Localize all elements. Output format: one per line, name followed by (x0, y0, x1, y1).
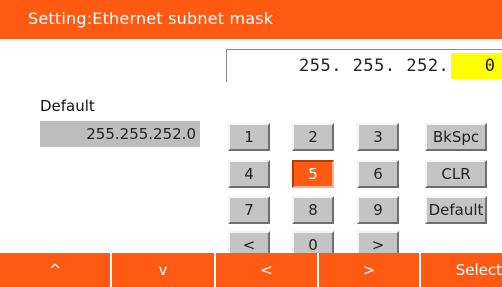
key-7[interactable]: 7 (228, 196, 270, 224)
key-2[interactable]: 2 (292, 123, 334, 151)
softkey-right[interactable]: > (319, 253, 419, 287)
key-6[interactable]: 6 (357, 160, 399, 188)
key-3[interactable]: 3 (357, 123, 399, 151)
subnet-mask-input[interactable]: 255. 255. 252. 0 (226, 49, 502, 82)
default-value-box: 255.255.252.0 (40, 121, 200, 147)
title-bar: Setting:Ethernet subnet mask (0, 0, 502, 39)
settings-screen: Setting:Ethernet subnet mask 255. 255. 2… (0, 0, 502, 287)
softkey-select[interactable]: Select (421, 253, 502, 287)
key-8[interactable]: 8 (292, 196, 334, 224)
key-5[interactable]: 5 (292, 160, 334, 188)
softkey-bar: ^ v < > Select (0, 253, 502, 287)
default-button[interactable]: Default (425, 196, 487, 224)
subnet-mask-value: 255. 255. 252. (299, 56, 450, 76)
page-title: Setting:Ethernet subnet mask (28, 9, 274, 28)
key-9[interactable]: 9 (357, 196, 399, 224)
softkey-down[interactable]: v (112, 253, 214, 287)
softkey-left[interactable]: < (216, 253, 317, 287)
active-octet-field[interactable]: 0 (451, 53, 502, 79)
key-1[interactable]: 1 (228, 123, 270, 151)
backspace-button[interactable]: BkSpc (425, 123, 487, 151)
default-label: Default (40, 97, 95, 115)
softkey-up[interactable]: ^ (0, 253, 110, 287)
clear-button[interactable]: CLR (425, 160, 487, 188)
default-value: 255.255.252.0 (86, 125, 196, 143)
key-4[interactable]: 4 (228, 160, 270, 188)
active-octet-value: 0 (484, 56, 495, 76)
